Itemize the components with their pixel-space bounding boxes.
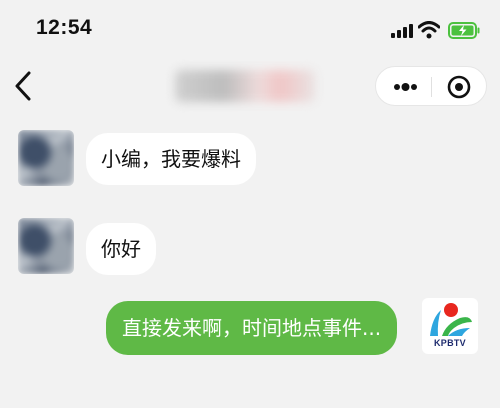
self-avatar-label: KPBTV [433,338,466,348]
status-bar: 12:54 [0,0,500,58]
back-button[interactable] [10,68,40,104]
message-text: 小编，我要爆料 [101,147,241,171]
close-circle-icon [447,75,471,99]
more-button[interactable] [384,71,426,103]
nav-bar [0,58,500,114]
contact-avatar[interactable] [18,130,74,186]
chevron-left-icon [15,71,31,101]
signal-icon [391,24,413,38]
self-avatar[interactable]: KPBTV [422,298,478,354]
chat-title [175,70,315,102]
message-bubble[interactable]: 你好 [86,223,156,275]
status-time: 12:54 [36,16,93,39]
capsule-divider [431,77,432,97]
more-dots-icon [394,83,417,91]
close-button[interactable] [438,71,480,103]
contact-avatar[interactable] [18,218,74,274]
message-text: 直接发来啊，时间地点事件... [122,316,382,340]
wifi-icon [418,21,440,39]
message-text: 你好 [101,237,141,261]
message-bubble[interactable]: 小编，我要爆料 [86,133,256,185]
kpbtv-logo-icon [430,303,472,336]
menu-capsule [375,66,487,106]
battery-charging-icon [448,22,480,39]
self-message-bubble[interactable]: 直接发来啊，时间地点事件... [106,301,398,355]
